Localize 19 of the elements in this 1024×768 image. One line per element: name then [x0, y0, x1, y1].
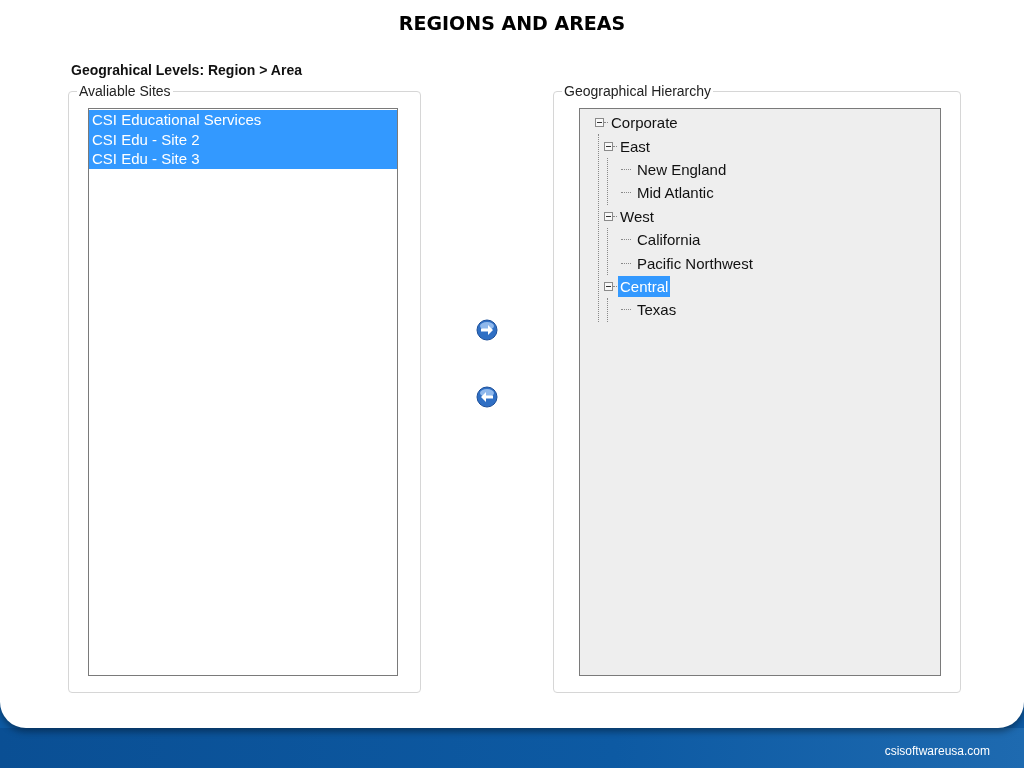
collapse-icon[interactable]	[604, 281, 613, 291]
move-right-icon[interactable]	[476, 319, 498, 341]
tree-node[interactable]: Mid Atlantic	[635, 182, 716, 204]
tree-node[interactable]: Pacific Northwest	[635, 252, 755, 274]
tree-node[interactable]: New England	[635, 158, 729, 180]
tree-node[interactable]: Corporate	[609, 112, 680, 134]
tree-node[interactable]: California	[635, 229, 703, 251]
website-url: csisoftwareusa.com	[884, 744, 990, 758]
move-left-icon[interactable]	[476, 386, 498, 408]
levels-label: Geograhical Levels: Region > Area	[71, 62, 302, 78]
tree-node[interactable]: Texas	[635, 299, 679, 321]
collapse-icon[interactable]	[595, 118, 604, 128]
collapse-icon[interactable]	[604, 141, 613, 151]
tree-node[interactable]: West	[618, 205, 656, 227]
slide-title: REGIONS AND AREAS	[398, 12, 626, 34]
panel-legend: Geographical Hierarchy	[562, 82, 714, 100]
tree-node[interactable]: East	[618, 135, 652, 157]
hierarchy-tree[interactable]: Corporate East New England Mid Atlantic West California Pacific Northwest Central Texas	[579, 108, 941, 676]
collapse-icon[interactable]	[604, 211, 613, 221]
